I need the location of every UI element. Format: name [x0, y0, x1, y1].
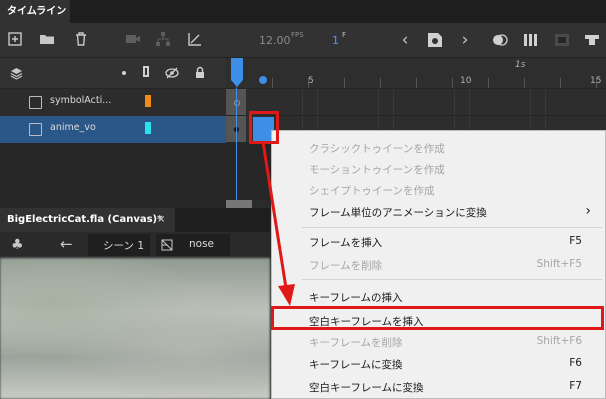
ruler-label: 5	[308, 76, 314, 86]
menu-item-create-motion-tween[interactable]: モーショントゥイーンを作成	[272, 158, 605, 179]
stage-canvas[interactable]	[0, 258, 270, 399]
menu-item-convert-frame-by-frame[interactable]: フレーム単位のアニメーションに変換 ›	[272, 201, 605, 222]
playhead-handle[interactable]	[231, 58, 243, 92]
document-tab-title: BigElectricCat.fla (Canvas)*	[7, 214, 163, 225]
document-tabbar: BigElectricCat.fla (Canvas)* ×	[0, 208, 270, 232]
empty-keyframe-icon	[234, 100, 240, 106]
document-toolbar: ♣ ← シーン 1 nose	[0, 232, 270, 258]
layer-color-swatch[interactable]	[145, 95, 151, 107]
new-layer-icon[interactable]	[6, 31, 24, 49]
layer-type-icon	[29, 123, 42, 136]
menu-item-insert-frame[interactable]: フレームを挿入 F5	[272, 231, 605, 252]
menu-item-convert-to-keyframes[interactable]: キーフレームに変換 F6	[272, 353, 605, 374]
ruler-seconds-label: 1s	[515, 60, 526, 70]
annotation-arrow-icon	[261, 141, 295, 306]
submenu-arrow-icon: ›	[585, 203, 591, 219]
new-folder-icon[interactable]	[38, 31, 56, 49]
camera-icon[interactable]	[124, 31, 142, 49]
playhead-marker-dot	[259, 76, 267, 84]
next-keyframe-icon[interactable]: ›	[456, 31, 474, 49]
document-tab[interactable]: BigElectricCat.fla (Canvas)* ×	[0, 208, 175, 232]
layer-row[interactable]: symbolActi...	[0, 89, 226, 116]
graph-icon[interactable]	[186, 31, 204, 49]
playhead-line	[236, 88, 237, 208]
timeline-panel-tabbar: タイムライン	[0, 0, 606, 23]
symbol-icon[interactable]: ♣	[11, 237, 24, 253]
frame-value[interactable]: 1	[332, 34, 339, 47]
visibility-icon[interactable]	[165, 66, 179, 83]
movieclip-icon	[161, 239, 173, 254]
layer-type-icon	[29, 96, 42, 109]
frame-unit: F	[342, 31, 347, 39]
menu-item-create-classic-tween[interactable]: クラシックトゥイーンを作成	[272, 137, 605, 158]
frame-row[interactable]	[226, 89, 606, 115]
fps-unit: FPS	[291, 31, 304, 39]
symbol-breadcrumb[interactable]: nose	[156, 234, 230, 256]
timeline-tab[interactable]: タイムライン	[0, 0, 70, 23]
menu-item-convert-to-blank-keyframes[interactable]: 空白キーフレームに変換 F7	[272, 376, 605, 397]
ruler-label: 15	[590, 76, 602, 86]
frame-view-icon[interactable]	[553, 31, 571, 49]
insert-keyframe-icon[interactable]	[426, 31, 444, 49]
edit-multiple-frames-icon[interactable]	[522, 31, 540, 49]
frame-ruler[interactable]: 5 10 1s 15	[226, 58, 606, 88]
menu-item-clear-keyframe[interactable]: キーフレームを削除 Shift+F6	[272, 331, 605, 352]
layer-header	[0, 58, 226, 88]
layer-name[interactable]: anime_vo	[50, 122, 96, 133]
scene-breadcrumb[interactable]: シーン 1	[88, 234, 150, 256]
onion-skin-icon[interactable]	[491, 31, 509, 49]
scrollbar-thumb[interactable]	[226, 200, 252, 208]
highlight-dot-icon[interactable]	[122, 71, 126, 75]
delete-layer-icon[interactable]	[72, 31, 90, 49]
layer-parenting-icon[interactable]	[154, 31, 172, 49]
menu-item-highlight-box	[271, 306, 604, 330]
outline-icon[interactable]	[143, 66, 149, 77]
layer-row-selected[interactable]: anime_vo	[0, 116, 226, 143]
layers-stack-icon[interactable]	[10, 67, 23, 83]
context-menu: クラシックトゥイーンを作成 モーショントゥイーンを作成 シェイプトゥイーンを作成…	[271, 130, 606, 399]
menu-item-insert-keyframe[interactable]: キーフレームの挿入	[272, 286, 605, 307]
lock-icon[interactable]	[194, 66, 206, 82]
menu-separator	[302, 279, 602, 280]
ruler-label: 10	[460, 76, 472, 86]
fps-value[interactable]: 12.00	[259, 34, 291, 47]
layer-color-swatch[interactable]	[145, 122, 151, 134]
back-arrow-icon[interactable]: ←	[60, 235, 73, 253]
panel-menu-icon[interactable]	[583, 31, 601, 49]
prev-keyframe-icon[interactable]: ‹	[396, 31, 414, 49]
timeline-toolbar: 12.00 FPS 1 F ‹ ›	[0, 23, 606, 58]
menu-separator	[302, 227, 602, 228]
symbol-label: nose	[189, 238, 215, 250]
menu-item-remove-frames[interactable]: フレームを削除 Shift+F5	[272, 254, 605, 275]
layer-name[interactable]: symbolActi...	[50, 95, 111, 106]
layer-empty-area	[0, 143, 226, 208]
close-icon[interactable]: ×	[157, 208, 165, 232]
menu-item-create-shape-tween[interactable]: シェイプトゥイーンを作成	[272, 179, 605, 200]
scene-label: シーン 1	[103, 240, 144, 252]
